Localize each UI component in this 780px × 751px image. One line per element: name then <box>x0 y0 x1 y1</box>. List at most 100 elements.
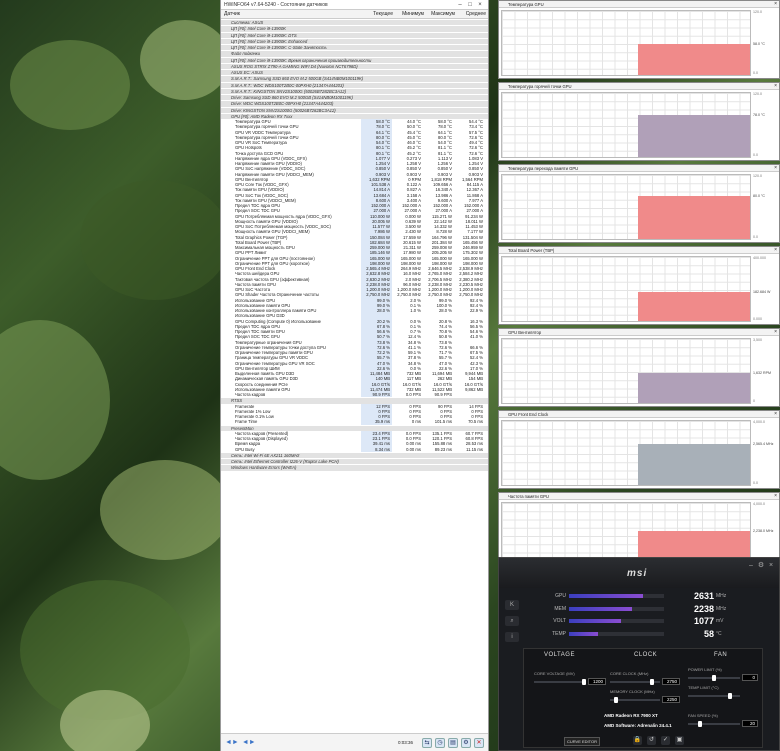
curve-editor-button[interactable]: CURVE EDITOR <box>564 737 600 746</box>
kombustor-icon[interactable]: K <box>505 600 519 610</box>
sensor-group[interactable]: Windows Hardware Errors (WHEA) <box>221 465 488 471</box>
sensor-row[interactable]: GPU Busy 8.34 ms 0.00 ms 89.23 ms 11.15 ms <box>221 446 488 452</box>
sensor-group[interactable]: ЦП [#0]: Intel Core i9-13900K <box>221 26 488 32</box>
graph-scale-top: 120.0 <box>753 174 762 178</box>
close-icon[interactable]: × <box>774 83 777 90</box>
memory-clock-knob[interactable] <box>614 697 618 703</box>
sensor-group[interactable]: Сеть: Intel Ethernet Controller I226-V (… <box>221 459 488 465</box>
close-icon[interactable]: × <box>774 165 777 172</box>
column-min[interactable]: Минимум <box>395 11 426 17</box>
info-icon[interactable]: i <box>505 632 519 642</box>
power-limit-value[interactable]: 0 <box>742 674 758 681</box>
sensor-group[interactable]: Файл подкачки <box>221 51 488 57</box>
monitor-bar-gpu: GPU 2631 MHz <box>545 590 745 602</box>
graph-scale-bottom: 0.000 <box>753 317 762 321</box>
sensor-group[interactable]: S.M.A.R.T.: KINGSTON SNV2S1000G (50026B7… <box>221 88 488 94</box>
sensor-group[interactable]: S.M.A.R.T.: WDC WDS100T2B0C-00PXH0 (2134… <box>221 82 488 88</box>
graph-scale-bottom: 0 <box>753 399 755 403</box>
graph-scale-top: 120.0 <box>753 92 762 96</box>
fan-speed-value[interactable]: 20 <box>742 720 758 727</box>
close-icon[interactable]: × <box>774 411 777 418</box>
close-sensors-icon[interactable]: ✕ <box>474 737 484 748</box>
graph-area <box>638 444 750 485</box>
sensor-group[interactable]: Система: ASUS <box>221 20 488 26</box>
graph-title: Температура перехода памяти GPU <box>508 166 579 171</box>
graph-pane[interactable]: Температура GPU × 120.0 58.0 °C 0.0 <box>498 0 780 79</box>
graph-plot <box>501 10 751 76</box>
sensor-group[interactable]: Drive: KINGSTON SNV2S1000G (50026B7282BC… <box>221 107 488 113</box>
report-icon[interactable]: ▤ <box>448 737 458 748</box>
graph-plot <box>501 420 751 486</box>
temp-limit-knob[interactable] <box>728 693 732 699</box>
sensor-group[interactable]: Drive: Samsung SSD 860 EVO M.2 500GB (S4… <box>221 95 488 101</box>
close-icon[interactable]: × <box>767 562 775 570</box>
desktop-wallpaper <box>0 0 220 751</box>
sensor-group-label: ASUS EC: ASUS <box>231 70 263 75</box>
nav-left-icon[interactable]: ◄► <box>225 739 239 746</box>
sensor-group[interactable]: ЦП [#0]: Intel Core i9-13900K: Время огр… <box>221 57 488 63</box>
sensor-group-label: ЦП [#0]: Intel Core i9-13900K: DTS <box>231 32 297 38</box>
sensor-group[interactable]: ЦП [#0]: Intel Core i9-13900K: C-State З… <box>221 45 488 51</box>
reset-icon[interactable]: ↺ <box>647 736 656 745</box>
sensor-group[interactable]: ЦП [#0]: Intel Core i9-13900K: Enhanced <box>221 38 488 44</box>
sensor-group[interactable]: ASUS ROG STRIX Z790-A GAMING WIFI D4 (Nu… <box>221 63 488 69</box>
graph-area <box>638 44 750 75</box>
core-clock-knob[interactable] <box>650 679 654 685</box>
sensor-group[interactable]: ASUS EC: ASUS <box>221 70 488 76</box>
column-sensor[interactable]: Датчик <box>224 11 364 17</box>
monitor-fill <box>569 631 598 636</box>
core-clock-value[interactable]: 2750 <box>662 678 680 685</box>
apply-icon[interactable]: ✓ <box>661 736 670 745</box>
graph-pane[interactable]: Температура горячей точки GPU × 120.0 78.0 … <box>498 82 780 161</box>
fan-speed-slider[interactable] <box>688 721 740 727</box>
graph-pane[interactable]: GPU Front End Clock × 4,000.0 2,565.4 MHz 0.… <box>498 410 780 489</box>
memory-clock-value[interactable]: 2250 <box>662 696 680 703</box>
power-limit-knob[interactable] <box>712 675 716 681</box>
nav-left-double-icon[interactable]: ◄► <box>242 739 256 746</box>
graph-pane[interactable]: GPU Вентилятор × 3,500 1,632 RPM 0 <box>498 328 780 407</box>
minimize-icon[interactable]: – <box>747 562 755 570</box>
sensor-row[interactable]: Frame Time 35.9 ms 0 ms 101.5 ms 70.5 ms <box>221 419 488 425</box>
temp-limit-slider[interactable] <box>688 693 740 699</box>
network-icon[interactable]: ⇆ <box>422 737 432 748</box>
close-icon[interactable]: × <box>774 493 777 500</box>
graph-area <box>638 372 750 403</box>
core-voltage-slider[interactable] <box>534 679 586 685</box>
close-icon[interactable]: × <box>774 1 777 8</box>
close-icon[interactable]: × <box>475 2 485 8</box>
monitor-unit: MHz <box>716 593 727 599</box>
sensor-row[interactable]: Частота кадров 90.9 FPS 0.0 FPS 90.9 FPS <box>221 392 488 398</box>
core-voltage-value[interactable]: 1200 <box>588 678 606 685</box>
sensor-group[interactable]: S.M.A.R.T.: Samsung SSD 860 EVO M.2 500G… <box>221 76 488 82</box>
graph-title: Частота памяти GPU <box>508 494 549 499</box>
sensor-group[interactable]: Drive: WDC WDS100T2B0C-00PXH0 (21347A444… <box>221 101 488 107</box>
maximize-icon[interactable]: □ <box>465 2 475 8</box>
column-current[interactable]: Текущее <box>364 11 395 17</box>
column-max[interactable]: Максимум <box>426 11 457 17</box>
scanner-icon[interactable]: ⌕ <box>505 616 519 626</box>
settings-icon[interactable]: ⚙ <box>757 562 765 570</box>
close-icon[interactable]: × <box>774 329 777 336</box>
core-clock-slider[interactable] <box>610 679 660 685</box>
settings-icon[interactable]: ⚙ <box>461 737 471 748</box>
sensor-list[interactable]: Система: ASUS ЦП [#0]: Intel Core i9-1390… <box>221 19 488 733</box>
graph-pane[interactable]: Total Board Power (TBP) × 400.000 182.684 W… <box>498 246 780 325</box>
memory-clock-slider[interactable] <box>610 697 660 703</box>
graph-scale-bottom: 0.0 <box>753 153 758 157</box>
column-avg[interactable]: Среднее <box>457 11 488 17</box>
graph-current-value: 80.0 °C <box>753 193 766 198</box>
minimize-icon[interactable]: – <box>455 2 465 8</box>
sensor-group[interactable]: ЦП [#0]: Intel Core i9-13900K: DTS <box>221 32 488 38</box>
core-voltage-knob[interactable] <box>582 679 586 685</box>
power-limit-slider[interactable] <box>688 675 740 681</box>
monitor-value: 2631 <box>693 591 714 601</box>
save-icon[interactable]: ▣ <box>675 736 684 745</box>
graph-pane[interactable]: Температура перехода памяти GPU × 120.0 80.… <box>498 164 780 243</box>
sensor-group-label: S.M.A.R.T.: KINGSTON SNV2S1000G (50026B7… <box>231 88 346 94</box>
close-icon[interactable]: × <box>774 247 777 254</box>
sensor-group[interactable]: Сеть: Intel Wi-Fi 6E AX211 160MHz <box>221 452 488 458</box>
lock-icon[interactable]: 🔒 <box>633 736 642 745</box>
sensor-group-label: S.M.A.R.T.: Samsung SSD 860 EVO M.2 500G… <box>231 76 364 82</box>
fan-speed-knob[interactable] <box>698 721 702 727</box>
clock-icon[interactable]: ◷ <box>435 737 445 748</box>
